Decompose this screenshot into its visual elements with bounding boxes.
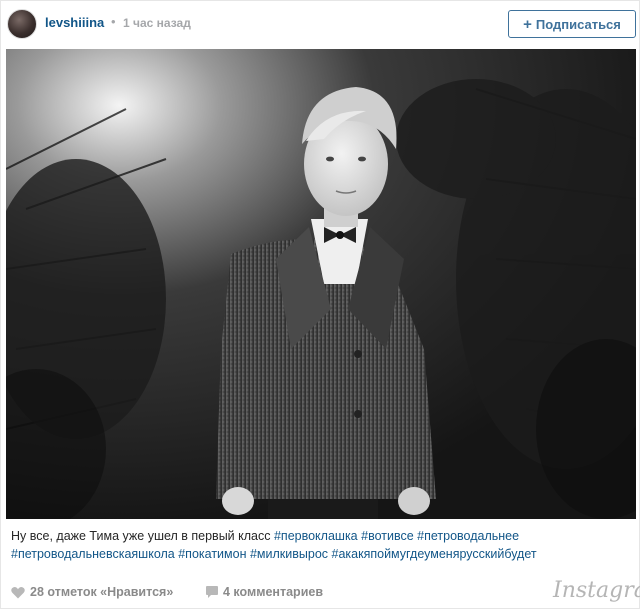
separator-dot: • [111, 14, 116, 29]
hashtag-link[interactable]: #милкивырос [250, 547, 328, 561]
hashtag-link[interactable]: #покатимон [178, 547, 246, 561]
user-avatar[interactable] [7, 9, 37, 39]
post-header: levshiiina • 1 час назад + Подписаться [1, 1, 640, 49]
comments-count[interactable]: 4 комментариев [223, 585, 323, 599]
heart-icon[interactable] [11, 586, 25, 599]
comment-icon[interactable] [205, 585, 219, 599]
post-time[interactable]: 1 час назад [123, 16, 191, 30]
username-link[interactable]: levshiiina [45, 15, 104, 30]
likes-count[interactable]: 28 отметок «Нравится» [30, 585, 173, 599]
hashtag-link[interactable]: #акакяпоймугдеуменярусскийбудет [332, 547, 537, 561]
photo-image [6, 49, 636, 519]
caption-text: Ну все, даже Тима уже ушел в первый клас… [11, 529, 271, 543]
instagram-logo[interactable]: Instagram [553, 578, 640, 603]
hashtag-link[interactable]: #первоклашка [274, 529, 358, 543]
post-footer: 28 отметок «Нравится» 4 комментариев Ins… [1, 574, 640, 610]
plus-icon: + [523, 15, 532, 33]
instagram-embed-card: levshiiina • 1 час назад + Подписаться Н… [0, 0, 640, 609]
follow-button-label: Подписаться [535, 16, 621, 32]
hashtag-link[interactable]: #вотивсе [361, 529, 414, 543]
hashtag-link[interactable]: #петроводальневскаяшкола [11, 547, 175, 561]
follow-button[interactable]: + Подписаться [508, 10, 636, 38]
hashtag-link[interactable]: #петроводальнее [417, 529, 519, 543]
post-photo[interactable] [6, 49, 636, 519]
post-caption: Ну все, даже Тима уже ушел в первый клас… [11, 527, 631, 563]
